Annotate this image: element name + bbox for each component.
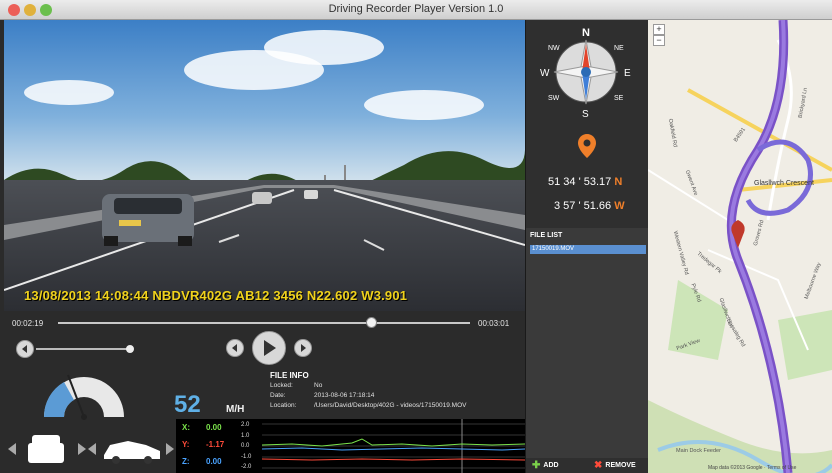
map-zoom-in-button[interactable]: + bbox=[653, 24, 665, 35]
accel-x-value: 0.00 bbox=[206, 423, 222, 432]
accel-tick: 0.0 bbox=[241, 443, 250, 449]
longitude-value: 3 57 ' 51.66 bbox=[554, 200, 612, 212]
map-label: Main Dock Feeder bbox=[676, 448, 721, 454]
video-frame[interactable]: 13/08/2013 14:08:44 NBDVR402G AB12 3456 … bbox=[4, 20, 525, 311]
accel-y-value: -1.17 bbox=[206, 440, 225, 449]
play-button[interactable] bbox=[252, 331, 286, 365]
accel-tick: -1.0 bbox=[241, 453, 252, 460]
file-list-item[interactable]: 17150019.MOV bbox=[530, 245, 646, 254]
file-info-title: FILE INFO bbox=[270, 371, 309, 380]
speed-unit: M/H bbox=[226, 404, 245, 415]
accel-z-label: Z: bbox=[182, 457, 190, 466]
latitude-hemisphere: N bbox=[614, 176, 623, 188]
seek-bar[interactable] bbox=[58, 322, 470, 324]
compass-icon: N E S W NE SE SW NW bbox=[540, 27, 631, 119]
compass-label-ne: NE bbox=[614, 45, 624, 52]
window-title: Driving Recorder Player Version 1.0 bbox=[328, 3, 504, 15]
info-panel: N E S W NE SE SW NW 51 34 ' 53.17 N 3 57… bbox=[525, 20, 649, 473]
video-osd-overlay: 13/08/2013 14:08:44 NBDVR402G AB12 3456 … bbox=[24, 288, 408, 303]
accel-tick: 2.0 bbox=[241, 422, 250, 428]
remove-file-button[interactable]: ✖ REMOVE bbox=[594, 460, 636, 471]
dashboard: 52 M/H FILE INFO Locked: No Date: 2013-0… bbox=[4, 371, 525, 473]
compass-label-e: E bbox=[624, 68, 631, 79]
latitude: 51 34 ' 53.17 N bbox=[548, 176, 622, 188]
longitude-hemisphere: W bbox=[614, 200, 625, 212]
next-icon bbox=[301, 344, 306, 352]
playback-controls: 00:02:19 00:03:01 bbox=[4, 311, 525, 371]
file-list-title: FILE LIST bbox=[530, 232, 563, 239]
car-side-tilt-icon bbox=[8, 435, 86, 463]
previous-icon bbox=[232, 344, 237, 352]
map-label: Glasllwch Crescent bbox=[754, 180, 814, 187]
speed-value: 52 bbox=[174, 391, 201, 418]
compass-label-sw: SW bbox=[548, 95, 560, 102]
title-bar: Driving Recorder Player Version 1.0 bbox=[0, 0, 832, 20]
file-info-location-value: /Users/David/Desktop/402G - videos/17150… bbox=[314, 402, 467, 409]
file-info-locked-label: Locked: bbox=[270, 382, 293, 389]
volume-down-button[interactable] bbox=[16, 340, 34, 358]
remove-file-label: REMOVE bbox=[605, 462, 636, 469]
add-file-button[interactable]: ✚ ADD bbox=[532, 460, 559, 471]
compass-label-nw: NW bbox=[548, 45, 560, 52]
total-time: 00:03:01 bbox=[478, 319, 510, 328]
file-info-locked-value: No bbox=[314, 382, 323, 389]
map-zoom-out-button[interactable]: − bbox=[653, 35, 665, 46]
volume-slider-knob[interactable] bbox=[126, 345, 134, 353]
app-window: Driving Recorder Player Version 1.0 13/0… bbox=[0, 0, 832, 473]
triangle-left-icon bbox=[22, 345, 27, 353]
accel-tick: -2.0 bbox=[241, 464, 252, 470]
accel-tick: 1.0 bbox=[241, 432, 250, 439]
play-icon bbox=[264, 340, 276, 356]
latitude-value: 51 34 ' 53.17 bbox=[548, 176, 612, 188]
compass-label-se: SE bbox=[614, 95, 624, 102]
volume-slider[interactable] bbox=[36, 348, 130, 350]
next-button[interactable] bbox=[294, 339, 312, 357]
seek-bar-knob[interactable] bbox=[366, 317, 377, 328]
file-info-date-value: 2013-08-06 17:18:14 bbox=[314, 392, 375, 399]
plus-icon: ✚ bbox=[532, 460, 541, 471]
accel-z-value: 0.00 bbox=[206, 457, 222, 466]
longitude: 3 57 ' 51.66 W bbox=[554, 200, 625, 212]
location-pin-icon bbox=[578, 134, 596, 158]
accel-ticks: 2.0 1.0 0.0 -1.0 -2.0 bbox=[241, 420, 251, 473]
file-info-date-label: Date: bbox=[270, 392, 286, 399]
map-view[interactable]: + − B4591 Glasllwch Crescent Brickyard L… bbox=[648, 20, 832, 473]
current-time: 00:02:19 bbox=[12, 319, 44, 328]
accel-plot bbox=[262, 419, 525, 473]
x-icon: ✖ bbox=[594, 460, 603, 471]
car-front-tilt-icon bbox=[88, 441, 174, 464]
speedometer-gauge bbox=[43, 374, 124, 420]
accel-x-label: X: bbox=[182, 423, 190, 432]
file-info-location-label: Location: bbox=[270, 402, 297, 409]
compass-label-w: W bbox=[540, 68, 550, 79]
compass-label-s: S bbox=[582, 109, 589, 119]
map-attribution[interactable]: Map data ©2013 Google · Terms of Use bbox=[708, 465, 796, 471]
accel-y-label: Y: bbox=[182, 440, 190, 449]
add-file-label: ADD bbox=[543, 462, 559, 469]
accelerometer-graph: X: 0.00 Y: -1.17 Z: 0.00 2.0 1.0 0.0 -1.… bbox=[176, 419, 525, 473]
previous-button[interactable] bbox=[226, 339, 244, 357]
compass-label-n: N bbox=[582, 27, 590, 39]
file-list-panel bbox=[526, 228, 649, 458]
